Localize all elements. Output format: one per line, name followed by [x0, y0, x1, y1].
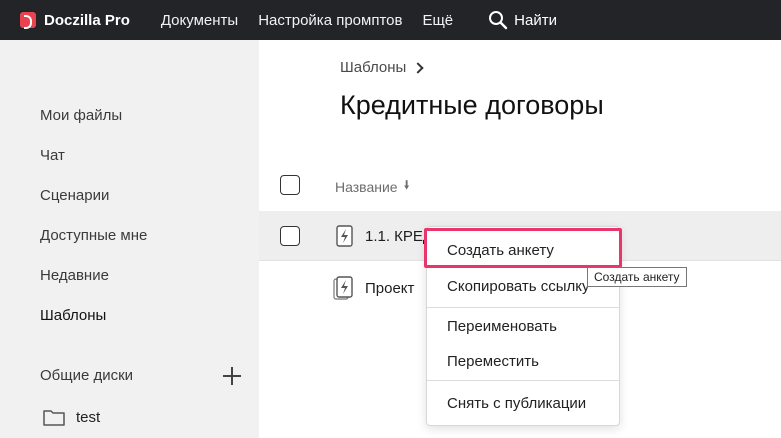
menu-item-rename[interactable]: Переименовать: [447, 318, 557, 335]
sidebar: Мои файлы Чат Сценарии Доступные мне Нед…: [0, 40, 259, 438]
breadcrumb[interactable]: Шаблоны: [340, 59, 425, 76]
template-document-icon: [336, 225, 353, 247]
nav-documents[interactable]: Документы: [161, 12, 238, 29]
search-label: Найти: [514, 11, 557, 29]
search-button[interactable]: Найти: [488, 10, 557, 30]
brand[interactable]: Doczilla Pro: [20, 12, 130, 29]
sidebar-item-scenarios[interactable]: Сценарии: [40, 187, 109, 204]
top-navigation-bar: Doczilla Pro Документы Настройка промпто…: [0, 0, 781, 40]
doczilla-logo-icon: [20, 12, 36, 29]
menu-item-copy-link[interactable]: Скопировать ссылку: [447, 278, 590, 295]
add-drive-plus-icon[interactable]: [222, 366, 242, 386]
menu-separator: [427, 380, 619, 381]
menu-item-unpublish[interactable]: Снять с публикации: [447, 395, 586, 412]
row-title[interactable]: 1.1. КРЕД: [365, 228, 433, 245]
row-title[interactable]: Проект: [365, 280, 414, 297]
row-checkbox[interactable]: [280, 226, 300, 246]
sort-down-arrow-icon: 🠛: [403, 178, 410, 192]
sidebar-item-chat[interactable]: Чат: [40, 147, 65, 164]
select-all-checkbox[interactable]: [280, 175, 300, 195]
sidebar-item-shared-with-me[interactable]: Доступные мне: [40, 227, 147, 244]
tooltip: Создать анкету: [587, 267, 687, 287]
search-icon: [489, 11, 508, 30]
page-title: Кредитные договоры: [340, 90, 604, 120]
nav-more[interactable]: Ещё: [422, 12, 453, 29]
sidebar-folder-test[interactable]: test: [76, 409, 100, 426]
folder-icon: [43, 410, 65, 426]
breadcrumb-templates[interactable]: Шаблоны: [340, 59, 406, 76]
menu-separator: [427, 307, 619, 308]
chevron-right-icon: [412, 62, 425, 74]
sidebar-item-templates[interactable]: Шаблоны: [40, 307, 106, 324]
menu-item-move[interactable]: Переместить: [447, 353, 539, 370]
highlight-frame: [424, 228, 622, 268]
column-header-label: Название: [335, 178, 398, 195]
sidebar-item-my-files[interactable]: Мои файлы: [40, 107, 122, 124]
sidebar-item-recent[interactable]: Недавние: [40, 267, 109, 284]
column-header-name[interactable]: Название 🠛: [335, 176, 410, 197]
template-document-icon: [333, 276, 353, 300]
brand-name: Doczilla Pro: [44, 11, 130, 29]
shared-drives-heading: Общие диски: [40, 367, 134, 384]
nav-prompt-settings[interactable]: Настройка промптов: [258, 12, 402, 29]
